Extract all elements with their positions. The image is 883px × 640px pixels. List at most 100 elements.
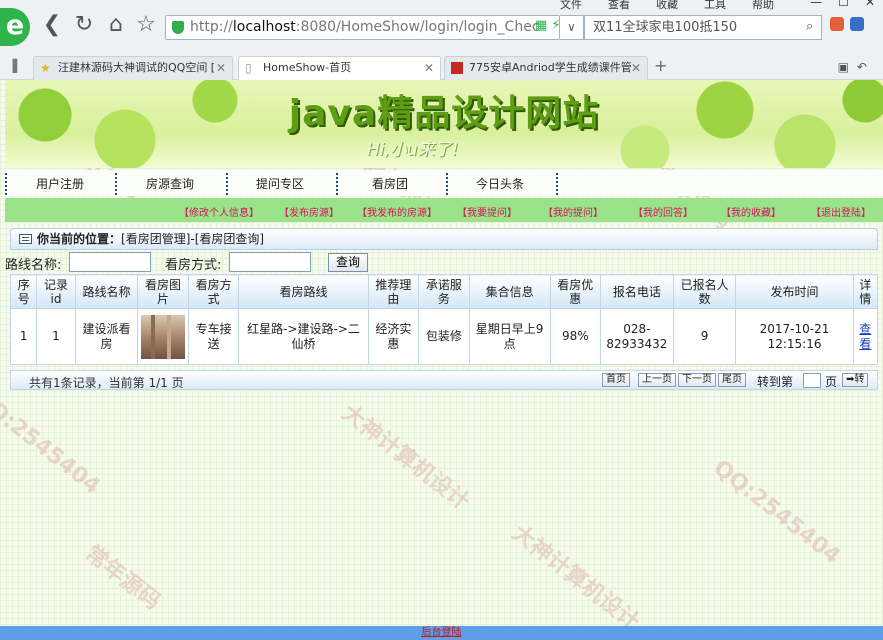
nav-question-zone[interactable]: 提问专区 — [235, 174, 325, 194]
cell-phone: 028-82933432 — [600, 308, 674, 365]
subnav-edit-profile[interactable]: 【修改个人信息】 — [179, 204, 259, 219]
view-detail-link[interactable]: 查看 — [859, 322, 871, 351]
browser-search-input[interactable]: 双11全球家电100抵150 — [584, 15, 822, 40]
col-mode: 看房方式 — [187, 274, 240, 309]
tab-strip: ▐ ★ 汪建林源码大神调试的QQ空间 [ ✕ ▯ HomeShow-首页 ✕ 7… — [0, 54, 883, 81]
subnav-logout[interactable]: 【退出登陆】 — [811, 204, 871, 219]
tab-tools-icon[interactable]: ▣↶ — [838, 60, 875, 74]
col-published: 发布时间 — [735, 274, 854, 309]
menu-file[interactable]: 文件 — [560, 0, 582, 11]
menu-favorites[interactable]: 收藏 — [656, 0, 678, 11]
subnav-my-favorites[interactable]: 【我的收藏】 — [721, 204, 781, 219]
address-bar[interactable]: http://localhost:8080/HomeShow/login/log… — [165, 15, 560, 40]
nav-divider — [115, 173, 117, 195]
breadcrumb: 你当前的位置：[看房团管理]-[看房团查询] — [10, 228, 878, 250]
cell-mode: 专车接送 — [187, 308, 240, 365]
route-name-input[interactable] — [69, 252, 151, 272]
viewing-mode-input[interactable] — [229, 252, 311, 272]
col-route-name: 路线名称 — [74, 274, 139, 309]
subnav-my-questions[interactable]: 【我的提问】 — [543, 204, 603, 219]
close-tab-icon[interactable]: ✕ — [424, 57, 434, 79]
browser-menu-bar: 文件 查看 收藏 工具 帮助 — [560, 0, 774, 11]
subnav-ask-question[interactable]: 【我要提问】 — [457, 204, 517, 219]
menu-view[interactable]: 查看 — [608, 0, 630, 11]
col-route: 看房路线 — [238, 274, 369, 309]
cell-published: 2017-10-21 12:15:16 — [735, 308, 854, 365]
watermark-text: QQ:2545404 — [708, 455, 845, 570]
go-button[interactable]: ➡转 — [842, 373, 869, 387]
nav-divider — [336, 173, 338, 195]
list-icon — [19, 234, 32, 244]
col-record-id: 记录id — [36, 274, 76, 309]
nav-divider — [226, 173, 228, 195]
menu-help[interactable]: 帮助 — [752, 0, 774, 11]
close-tab-icon[interactable]: ✕ — [216, 57, 226, 79]
search-icon[interactable]: ⌕ — [806, 19, 813, 34]
browser-logo[interactable]: e — [0, 8, 30, 46]
col-reason: 推荐理由 — [367, 274, 420, 309]
pagination-bar: 共有1条记录，当前第 1/1 页 首页 上一页 下一页 尾页 转到第 页 ➡转 — [10, 370, 878, 390]
tab-qq-zone[interactable]: ★ 汪建林源码大神调试的QQ空间 [ ✕ — [33, 56, 233, 80]
subnav-my-houses[interactable]: 【我发布的房源】 — [357, 204, 437, 219]
url-prefix: http:// — [190, 19, 233, 35]
qr-lightning-icon[interactable]: ▦ ⚡ — [535, 18, 561, 33]
menu-tools[interactable]: 工具 — [704, 0, 726, 11]
back-arrow-icon[interactable]: ❮ — [40, 12, 64, 38]
cell-image — [137, 308, 189, 365]
admin-login-link[interactable]: 后台登陆 — [422, 627, 462, 638]
page-icon: ▯ — [245, 61, 252, 75]
new-tab-icon[interactable]: + — [654, 56, 667, 75]
last-page-button[interactable]: 尾页 — [718, 373, 746, 387]
tab-title: HomeShow-首页 — [263, 61, 352, 74]
sidebar-toggle-icon[interactable]: ▐ — [8, 59, 17, 73]
col-discount: 看房优惠 — [549, 274, 602, 309]
subnav-publish-house[interactable]: 【发布房源】 — [279, 204, 339, 219]
nav-divider — [556, 173, 558, 195]
chevron-down-icon[interactable]: ∨ — [560, 15, 584, 40]
record-count-text: 共有1条记录，当前第 1/1 页 — [29, 376, 184, 390]
nav-user-register[interactable]: 用户注册 — [15, 174, 105, 194]
watermark-text: 大神计算机设计 — [337, 400, 474, 516]
refresh-icon[interactable]: ↻ — [72, 12, 96, 38]
cell-service: 包装修 — [418, 308, 470, 365]
subnav-my-answers[interactable]: 【我的回答】 — [633, 204, 693, 219]
tab-android-grades[interactable]: 775安卓Andriod学生成绩课件管 ✕ — [444, 56, 648, 80]
minimize-icon[interactable]: — — [810, 0, 822, 9]
watermark-text: 常年源码 — [80, 541, 165, 615]
breadcrumb-path: [看房团管理]-[看房团查询] — [121, 232, 265, 246]
extension-icon[interactable] — [850, 17, 864, 31]
favorite-star-icon[interactable]: ☆ — [134, 12, 158, 38]
site-banner: java精品设计网站 Hi,小u来了! — [5, 80, 883, 168]
col-service: 承诺服务 — [418, 274, 470, 309]
first-page-button[interactable]: 首页 — [602, 373, 630, 387]
home-icon[interactable]: ⌂ — [104, 12, 128, 38]
close-window-icon[interactable]: ✕ — [865, 0, 875, 9]
prev-page-button[interactable]: 上一页 — [638, 373, 676, 387]
nav-house-search[interactable]: 房源查询 — [125, 174, 215, 194]
next-page-button[interactable]: 下一页 — [678, 373, 716, 387]
star-icon: ★ — [40, 61, 51, 75]
nav-headlines[interactable]: 今日头条 — [455, 174, 545, 194]
red-app-icon — [451, 62, 463, 74]
goto-page-input[interactable] — [803, 373, 821, 388]
viewing-group-table: 序号 记录id 路线名称 看房图片 看房方式 看房路线 推荐理由 承诺服务 集合… — [9, 274, 879, 365]
route-name-label: 路线名称: — [5, 258, 62, 273]
col-meeting: 集合信息 — [468, 274, 551, 309]
query-button[interactable]: 查询 — [328, 253, 368, 272]
tab-homeshow[interactable]: ▯ HomeShow-首页 ✕ — [238, 56, 441, 81]
browser-chrome: 文件 查看 收藏 工具 帮助 — ☐ ✕ e ❮ ↻ ⌂ ☆ http://lo… — [0, 0, 883, 81]
building-photo — [141, 314, 186, 359]
extension-icon[interactable] — [830, 17, 844, 31]
user-sub-nav: 【修改个人信息】 【发布房源】 【我发布的房源】 【我要提问】 【我的提问】 【… — [5, 198, 883, 222]
cell-meeting: 星期日早上9点 — [468, 308, 551, 365]
nav-viewing-group[interactable]: 看房团 — [345, 174, 435, 194]
col-detail: 详情 — [852, 274, 879, 309]
nav-divider — [5, 173, 7, 195]
cell-reason: 经济实惠 — [367, 308, 420, 365]
table-header-row: 序号 记录id 路线名称 看房图片 看房方式 看房路线 推荐理由 承诺服务 集合… — [9, 274, 879, 309]
footer-bar: 后台登陆 — [0, 626, 883, 640]
tab-title: 775安卓Andriod学生成绩课件管 — [469, 61, 632, 74]
maximize-icon[interactable]: ☐ — [838, 0, 849, 9]
col-phone: 报名电话 — [600, 274, 674, 309]
close-tab-icon[interactable]: ✕ — [631, 57, 641, 79]
